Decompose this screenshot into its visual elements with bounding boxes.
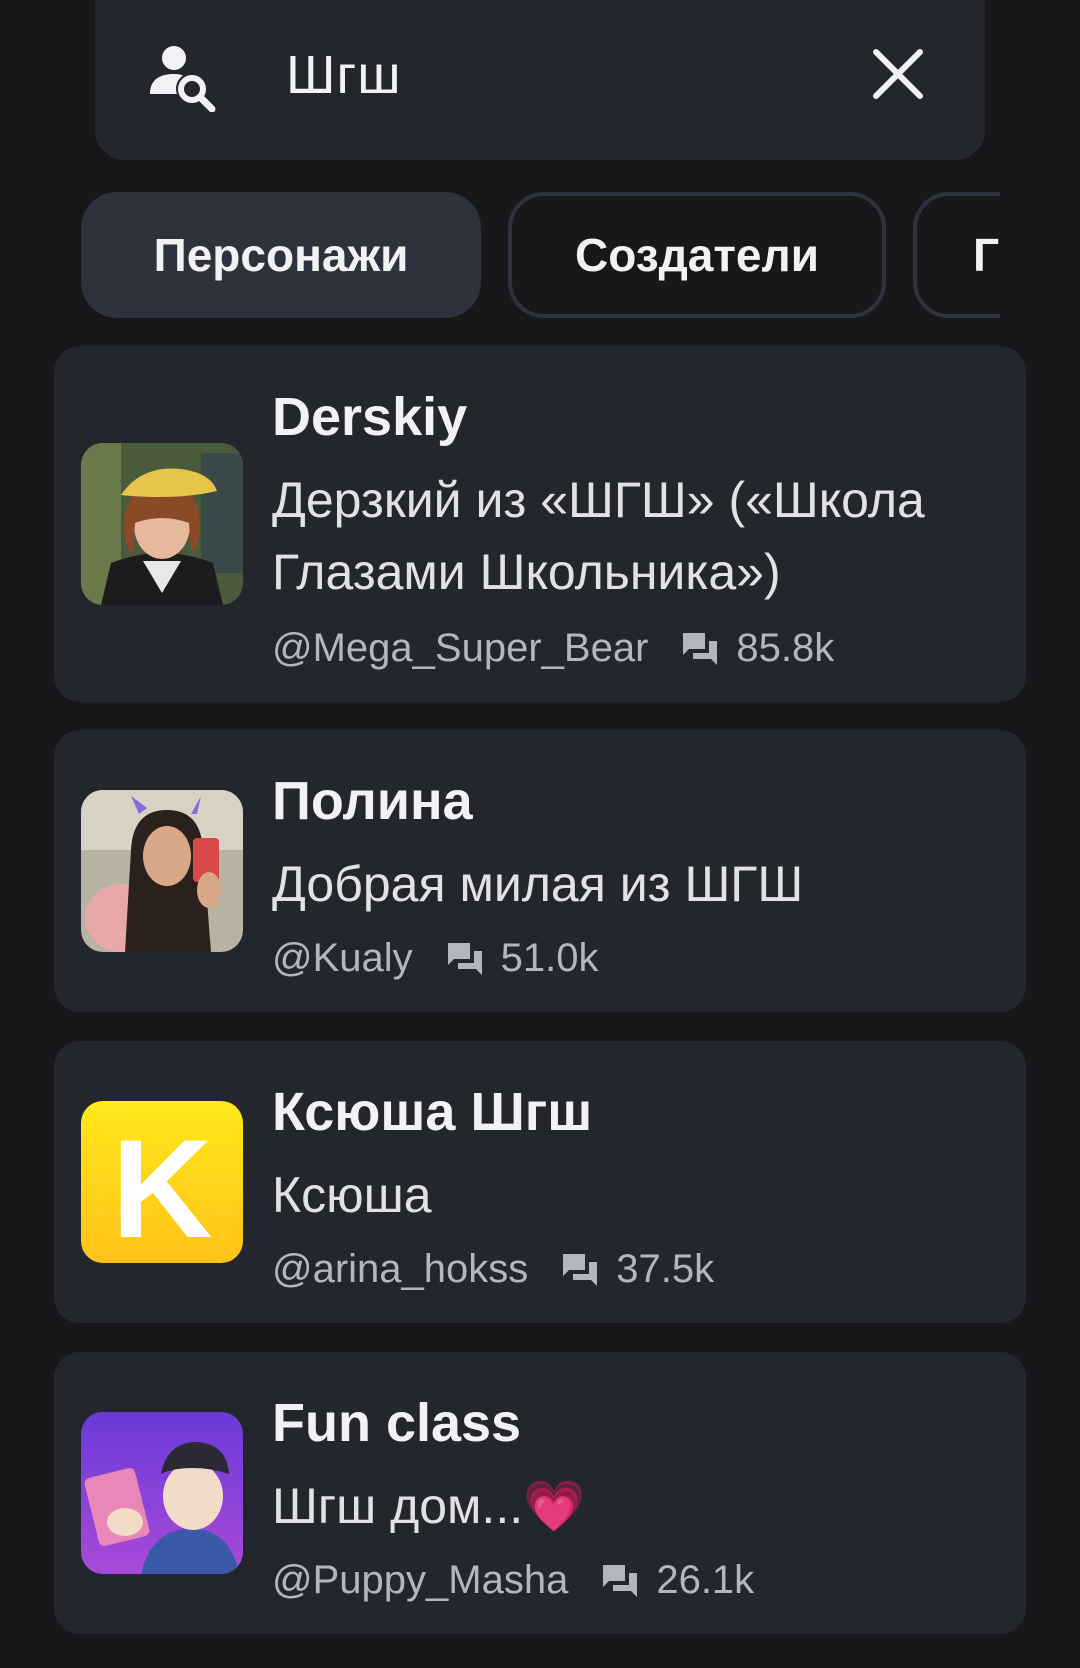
- result-card[interactable]: Полина Добрая милая из ШГШ @Kualy 51.0k: [54, 730, 1026, 1012]
- chat-icon: [563, 1253, 598, 1286]
- tab-third[interactable]: Г: [913, 192, 1000, 318]
- avatar: [81, 790, 243, 952]
- card-meta: @Kualy 51.0k: [272, 936, 599, 981]
- card-meta: @Mega_Super_Bear 85.8k: [272, 626, 834, 671]
- author-handle[interactable]: @Kualy: [272, 936, 413, 981]
- character-description: Добрая милая из ШГШ: [272, 856, 804, 912]
- character-name: Derskiy: [272, 387, 468, 447]
- search-input[interactable]: Шгш: [286, 42, 402, 108]
- character-name: Ксюша Шгш: [272, 1082, 593, 1142]
- tab-creators[interactable]: Создатели: [508, 192, 886, 318]
- chat-count: 26.1k: [656, 1558, 755, 1602]
- character-description: Дерзкий из «ШГШ» («Школа Глазами Школьни…: [272, 472, 925, 600]
- chat-count: 51.0k: [500, 936, 599, 980]
- card-meta: @arina_hokss 37.5k: [272, 1247, 714, 1292]
- chat-icon: [683, 632, 718, 665]
- author-handle[interactable]: @Puppy_Masha: [272, 1558, 568, 1603]
- chat-count: 37.5k: [616, 1247, 715, 1291]
- author-handle[interactable]: @Mega_Super_Bear: [272, 626, 648, 671]
- result-card[interactable]: K Ксюша Шгш Ксюша @arina_hokss 37.5k: [54, 1041, 1026, 1323]
- avatar-letter: K: [111, 1110, 212, 1263]
- result-card[interactable]: Fun class Шгш дом...💗 @Puppy_Masha 26.1k: [54, 1352, 1026, 1634]
- chat-icon: [447, 942, 482, 975]
- chat-count: 85.8k: [736, 626, 835, 670]
- close-icon[interactable]: [868, 44, 928, 104]
- result-card[interactable]: Derskiy Дерзкий из «ШГШ» («Школа Глазами…: [54, 346, 1026, 702]
- author-handle[interactable]: @arina_hokss: [272, 1247, 528, 1292]
- card-meta: @Puppy_Masha 26.1k: [272, 1558, 754, 1603]
- search-bar[interactable]: [95, 0, 985, 160]
- avatar: [81, 1412, 243, 1574]
- filter-tabs: Персонажи Создатели Г: [0, 192, 1000, 320]
- avatar: K: [81, 1101, 243, 1263]
- character-name: Fun class: [272, 1393, 522, 1453]
- avatar: [81, 443, 243, 605]
- character-description: Ксюша: [272, 1167, 432, 1223]
- character-description: Шгш дом...💗: [272, 1478, 586, 1534]
- user-search-icon: [150, 46, 216, 112]
- tab-characters[interactable]: Персонажи: [81, 192, 481, 318]
- chat-icon: [603, 1564, 638, 1597]
- character-name: Полина: [272, 771, 473, 831]
